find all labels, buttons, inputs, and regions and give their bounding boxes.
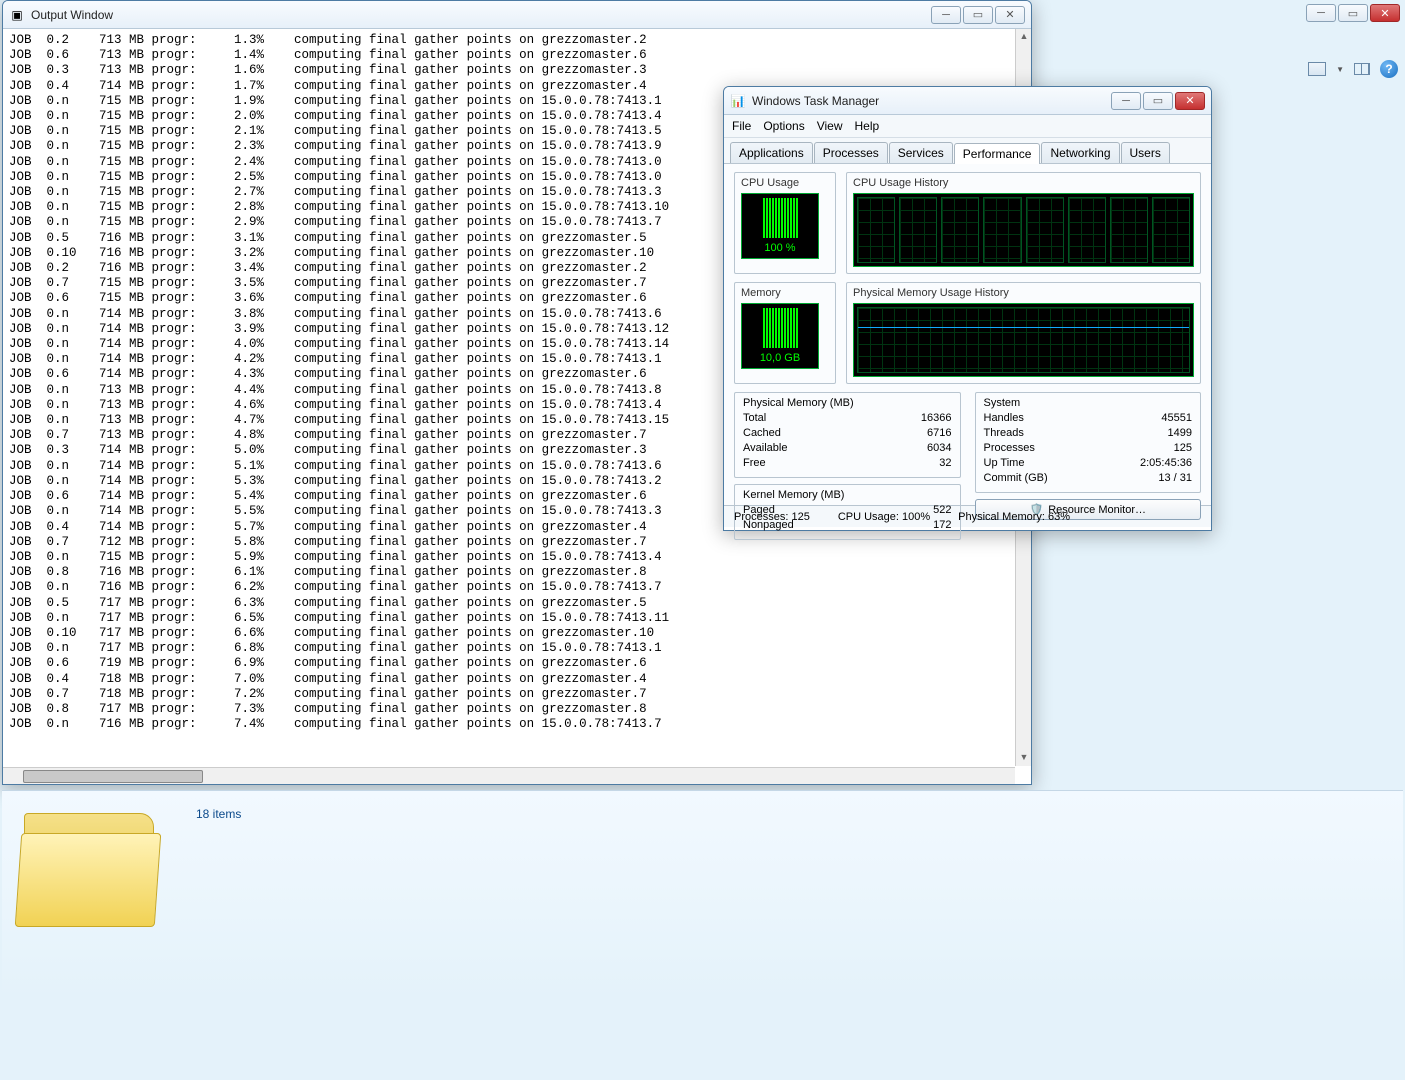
stat-value: 2:05:45:36 [1140,456,1192,471]
stat-value: 32 [939,456,951,471]
stat-value: 1499 [1168,426,1192,441]
stat-row: Free 32 [743,456,952,471]
cpu-history-graph [853,193,1194,267]
cpu-usage-label: CPU Usage [741,177,829,189]
stat-value: 172 [933,518,951,533]
tm-app-icon: 📊 [730,93,746,109]
tm-tabs: ApplicationsProcessesServicesPerformance… [724,138,1211,164]
cpu-history-box: CPU Usage History [846,172,1201,274]
folder-icon[interactable] [16,799,166,939]
status-cpu: CPU Usage: 100% [838,511,930,523]
stat-key: Cached [743,426,781,441]
output-maximize-button[interactable]: ▭ [963,6,993,24]
bg-minimize-button[interactable]: ─ [1306,4,1336,22]
help-icon[interactable]: ? [1380,60,1398,78]
stat-value: 125 [1174,441,1192,456]
cpu-usage-value: 100 % [764,242,795,254]
scroll-down-icon[interactable]: ▼ [1018,752,1030,764]
tab-applications[interactable]: Applications [730,142,813,163]
stat-key: Available [743,441,787,456]
preview-pane-icon[interactable] [1354,63,1370,75]
stat-row: Available 6034 [743,441,952,456]
stat-value: 13 / 31 [1158,471,1192,486]
memory-gauge: 10,0 GB [741,303,819,369]
stat-key: Up Time [984,456,1025,471]
stat-value: 6034 [927,441,951,456]
tm-minimize-button[interactable]: ─ [1111,92,1141,110]
memory-history-box: Physical Memory Usage History [846,282,1201,384]
status-processes: Processes: 125 [734,511,810,523]
stat-row: Cached 6716 [743,426,952,441]
stat-key: Free [743,456,766,471]
stat-value: 522 [933,503,951,518]
memory-box: Memory 10,0 GB [734,282,836,384]
tm-close-button[interactable]: ✕ [1175,92,1205,110]
stat-row: Processes 125 [984,441,1193,456]
output-minimize-button[interactable]: ─ [931,6,961,24]
cpu-gauge: 100 % [741,193,819,259]
scroll-thumb[interactable] [23,770,203,783]
menu-help[interactable]: Help [855,119,880,133]
stat-row: Handles 45551 [984,411,1193,426]
bg-close-button[interactable]: ✕ [1370,4,1400,22]
tab-networking[interactable]: Networking [1041,142,1119,163]
stat-row: Commit (GB) 13 / 31 [984,471,1193,486]
stat-key: Processes [984,441,1035,456]
cpu-usage-box: CPU Usage 100 % [734,172,836,274]
view-dropdown-icon[interactable]: ▼ [1336,65,1344,74]
stat-row: Threads 1499 [984,426,1193,441]
tab-users[interactable]: Users [1121,142,1170,163]
output-close-button[interactable]: ✕ [995,6,1025,24]
tm-menubar: File Options View Help [724,115,1211,138]
tab-processes[interactable]: Processes [814,142,888,163]
system-box: System Handles 45551 Threads 1499 Processes 1… [975,392,1202,493]
memory-history-label: Physical Memory Usage History [853,287,1194,299]
physical-memory-title: Physical Memory (MB) [743,397,952,409]
explorer-details-pane: 18 items [2,790,1403,1000]
memory-label: Memory [741,287,829,299]
stat-row: Up Time 2:05:45:36 [984,456,1193,471]
status-memory: Physical Memory: 63% [958,511,1070,523]
stat-key: Threads [984,426,1024,441]
memory-value: 10,0 GB [760,352,800,364]
stat-key: Commit (GB) [984,471,1048,486]
menu-options[interactable]: Options [763,119,804,133]
bg-toolbar: ▼ ? [1308,60,1398,78]
output-window-title: Output Window [31,8,931,22]
physical-memory-box: Physical Memory (MB) Total 16366 Cached 671… [734,392,961,478]
item-count-label: 18 items [196,807,241,821]
tab-performance[interactable]: Performance [954,143,1041,164]
kernel-memory-title: Kernel Memory (MB) [743,489,952,501]
view-list-icon[interactable] [1308,62,1326,76]
stat-value: 45551 [1161,411,1192,426]
tm-titlebar[interactable]: 📊 Windows Task Manager ─ ▭ ✕ [724,87,1211,115]
tm-maximize-button[interactable]: ▭ [1143,92,1173,110]
stat-value: 16366 [921,411,952,426]
menu-view[interactable]: View [817,119,843,133]
output-horizontal-scrollbar[interactable] [3,767,1015,784]
system-title: System [984,397,1193,409]
scroll-up-icon[interactable]: ▲ [1018,31,1030,43]
tab-services[interactable]: Services [889,142,953,163]
background-window: ─ ▭ ✕ ch prefs 🔍 ▼ ? [1036,0,1405,92]
tm-performance-panel: CPU Usage 100 % CPU Usage History Memory… [724,164,1211,505]
cpu-history-label: CPU Usage History [853,177,1194,189]
task-manager-window: 📊 Windows Task Manager ─ ▭ ✕ File Options… [723,86,1212,531]
stat-key: Total [743,411,766,426]
memory-history-graph [853,303,1194,377]
output-app-icon: ▣ [9,7,25,23]
stat-row: Total 16366 [743,411,952,426]
stat-key: Handles [984,411,1024,426]
bg-maximize-button[interactable]: ▭ [1338,4,1368,22]
output-titlebar[interactable]: ▣ Output Window ─ ▭ ✕ [3,1,1031,29]
stat-value: 6716 [927,426,951,441]
tm-window-title: Windows Task Manager [752,94,1111,108]
menu-file[interactable]: File [732,119,751,133]
